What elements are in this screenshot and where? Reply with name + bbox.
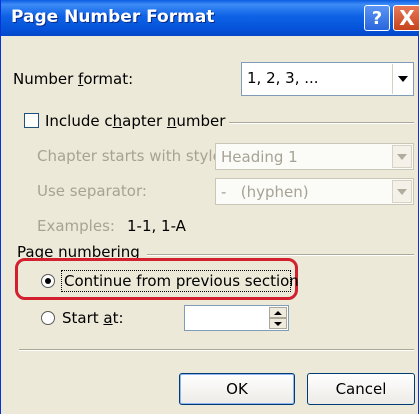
start-at-radio[interactable] xyxy=(41,311,55,325)
examples-value: 1-1, 1-A xyxy=(127,217,186,235)
examples-label: Examples: xyxy=(37,217,115,235)
dropdown-arrow-icon[interactable] xyxy=(392,180,412,203)
separator-value: - (hyphen) xyxy=(221,183,309,201)
continue-from-previous-radio[interactable] xyxy=(41,274,55,288)
dialog-title: Page Number Format xyxy=(11,7,215,27)
separator-dropdown[interactable]: - (hyphen) xyxy=(215,178,414,205)
spin-up-icon[interactable] xyxy=(269,307,287,318)
number-format-dropdown[interactable]: 1, 2, 3, ... xyxy=(241,62,414,96)
dropdown-arrow-icon[interactable] xyxy=(392,64,412,94)
cancel-button[interactable]: Cancel xyxy=(307,373,415,405)
number-format-label: Number format: xyxy=(13,70,134,88)
start-at-label[interactable]: Start at: xyxy=(62,309,124,327)
chapter-group-divider xyxy=(229,122,414,124)
title-bar[interactable]: Page Number Format ? X xyxy=(1,0,419,36)
start-at-spinner[interactable] xyxy=(184,305,289,331)
help-icon: ? xyxy=(371,7,383,29)
spin-down-icon[interactable] xyxy=(269,318,287,329)
dropdown-arrow-icon[interactable] xyxy=(392,145,412,168)
close-button[interactable]: X xyxy=(393,5,419,31)
page-number-format-dialog: Page Number Format ? X Number format: 1,… xyxy=(0,0,419,414)
chapter-style-label: Chapter starts with style xyxy=(37,147,222,165)
include-chapter-number-checkbox[interactable] xyxy=(24,113,39,128)
continue-from-previous-label[interactable]: Continue from previous section xyxy=(64,272,299,290)
page-numbering-divider xyxy=(147,254,414,256)
bottom-divider xyxy=(19,349,414,351)
ok-button[interactable]: OK xyxy=(179,373,295,405)
chapter-style-dropdown[interactable]: Heading 1 xyxy=(215,143,414,170)
help-button[interactable]: ? xyxy=(364,5,390,31)
separator-label: Use separator: xyxy=(37,182,147,200)
chapter-style-value: Heading 1 xyxy=(221,148,298,166)
include-chapter-number-label[interactable]: Include chapter number xyxy=(45,112,225,130)
number-format-value: 1, 2, 3, ... xyxy=(247,69,319,87)
close-icon: X xyxy=(399,6,415,30)
